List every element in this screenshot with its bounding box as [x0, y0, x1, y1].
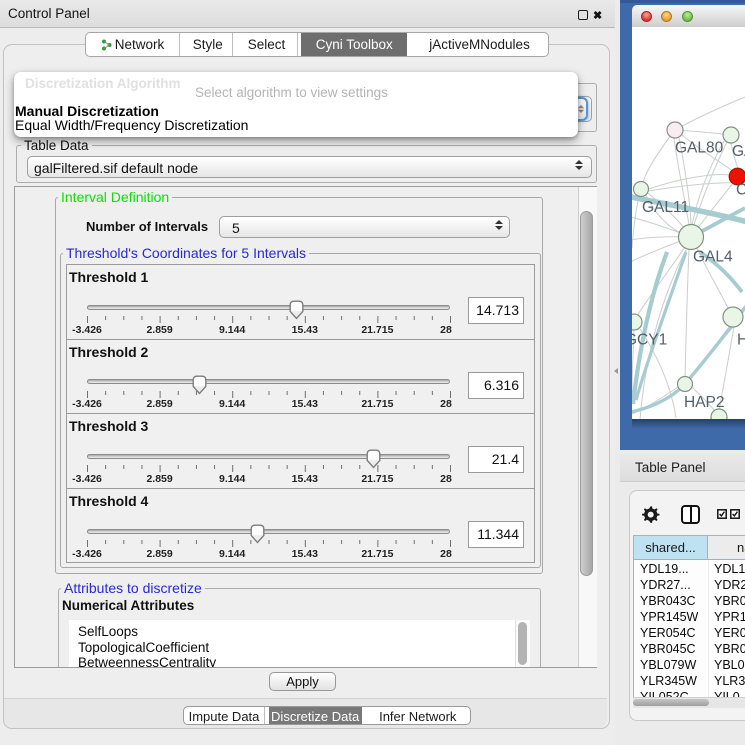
svg-text:C: C — [736, 182, 745, 199]
svg-text:GCY1: GCY1 — [632, 332, 667, 349]
svg-text:GA: GA — [732, 143, 745, 160]
svg-text:HAP2: HAP2 — [684, 394, 725, 411]
svg-text:H: H — [737, 332, 745, 349]
svg-text:GAL11: GAL11 — [642, 199, 689, 216]
svg-text:GAL4: GAL4 — [693, 249, 733, 266]
svg-text:GAL80: GAL80 — [675, 140, 724, 157]
